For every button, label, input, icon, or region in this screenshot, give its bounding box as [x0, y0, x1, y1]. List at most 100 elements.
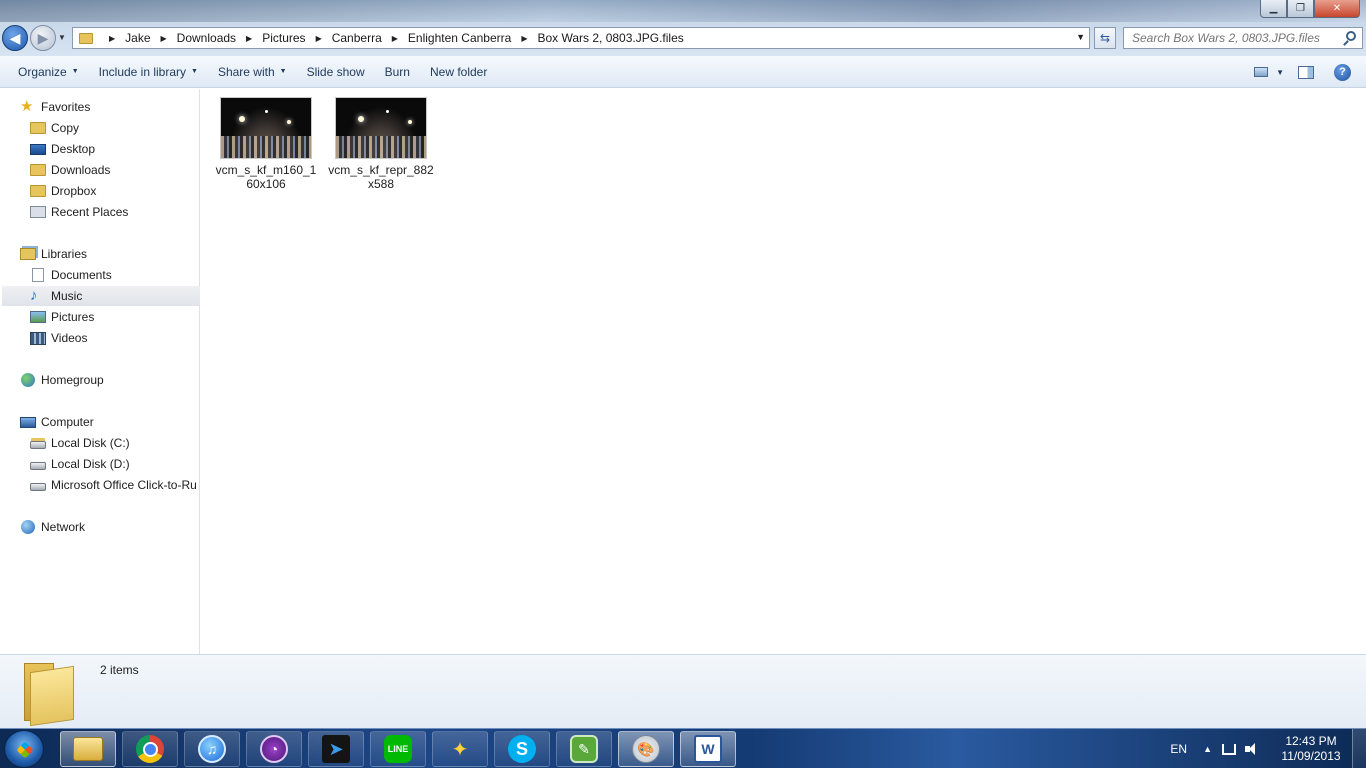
burn-button[interactable]: Burn [375, 56, 420, 88]
organize-label: Organize [18, 64, 67, 79]
nav-item-recent-places[interactable]: Recent Places [30, 202, 228, 222]
breadcrumb-item[interactable]: Box Wars 2, 0803.JPG.files [537, 31, 683, 45]
nav-label: Pictures [51, 310, 95, 324]
breadcrumb-item[interactable]: Jake [125, 31, 150, 45]
nav-label: Homegroup [41, 373, 104, 387]
refresh-button[interactable]: ⇆ [1094, 27, 1116, 49]
back-button[interactable]: ◀ [2, 25, 28, 51]
breadcrumb-item[interactable]: Enlighten Canberra [408, 31, 511, 45]
search-icon[interactable] [1346, 31, 1356, 41]
nav-item-copy[interactable]: Copy [30, 118, 228, 138]
taskbar-chrome[interactable] [122, 731, 178, 767]
show-desktop-button[interactable] [1352, 729, 1366, 768]
nav-label: Local Disk (C:) [51, 436, 130, 450]
breadcrumb-item[interactable]: Downloads [177, 31, 236, 45]
windows-logo-icon [16, 741, 34, 759]
forward-button[interactable]: ▶ [30, 25, 56, 51]
music-note-icon: ♪ [30, 287, 38, 304]
nav-item-videos[interactable]: Videos [30, 328, 228, 348]
nav-label: Microsoft Office Click-to-Ru [51, 478, 197, 492]
image-thumbnail [220, 97, 312, 159]
nav-label: Documents [51, 268, 112, 282]
address-bar[interactable]: ▶ Jake ▶ Downloads ▶ Pictures ▶ Canberra… [72, 27, 1090, 49]
chevron-right-icon[interactable]: ▶ [316, 34, 322, 43]
restore-button[interactable]: ❐ [1287, 0, 1314, 18]
change-view-icon[interactable] [1254, 67, 1269, 77]
nav-network[interactable]: Network [20, 517, 218, 537]
chevron-down-icon: ▼ [191, 68, 198, 75]
chevron-down-icon[interactable]: ▼ [1276, 68, 1284, 77]
nav-item-local-disk-d[interactable]: Local Disk (D:) [30, 454, 228, 474]
system-tray: EN ▲ 12:43 PM 11/09/2013 [1170, 729, 1366, 768]
hard-drive-icon [30, 441, 46, 449]
chevron-down-icon: ▼ [279, 68, 287, 75]
window-controls: ▁ ❐ ✕ [1260, 0, 1360, 18]
hard-drive-icon [30, 462, 46, 470]
file-item[interactable]: vcm_s_kf_repr_882x588 [326, 97, 436, 191]
show-hidden-icons-icon[interactable]: ▲ [1203, 744, 1212, 754]
slide-show-label: Slide show [306, 64, 365, 79]
videos-icon [30, 331, 46, 345]
network-status-icon[interactable] [1222, 743, 1236, 755]
organize-button[interactable]: Organize ▼ [0, 56, 89, 88]
language-indicator[interactable]: EN [1170, 742, 1187, 756]
taskbar-evernote[interactable]: ✎ [556, 731, 612, 767]
chevron-right-icon[interactable]: ▶ [392, 34, 398, 43]
start-button[interactable] [4, 730, 44, 768]
nav-computer[interactable]: Computer [20, 412, 218, 432]
taskbar-itunes[interactable]: ♫ [184, 731, 240, 767]
include-in-library-button[interactable]: Include in library ▼ [89, 56, 208, 88]
new-folder-button[interactable]: New folder [420, 56, 497, 88]
search-box[interactable] [1123, 27, 1363, 49]
slide-show-button[interactable]: Slide show [297, 56, 375, 88]
preview-pane-icon[interactable] [1298, 65, 1314, 79]
nav-item-dropbox[interactable]: Dropbox [30, 181, 228, 201]
pictures-icon [30, 311, 46, 323]
nav-label: Dropbox [51, 184, 97, 198]
taskbar-skype[interactable]: S [494, 731, 550, 767]
chevron-down-icon[interactable]: ▼ [1076, 32, 1085, 42]
taskbar-bittorrent[interactable]: ◔ [246, 731, 302, 767]
help-icon[interactable]: ? [1334, 63, 1351, 81]
chevron-right-icon[interactable]: ▶ [109, 34, 115, 43]
downloads-folder-icon [30, 164, 46, 176]
nav-item-local-disk-c[interactable]: Local Disk (C:) [30, 433, 228, 453]
taskbar-explorer[interactable] [60, 731, 116, 767]
nav-item-music[interactable]: ♪ Music [2, 286, 200, 306]
close-button[interactable]: ✕ [1314, 0, 1360, 18]
chevron-right-icon[interactable]: ▶ [246, 34, 252, 43]
computer-icon [20, 416, 36, 428]
breadcrumb-item[interactable]: Canberra [332, 31, 382, 45]
nav-item-office-click-to-run[interactable]: Microsoft Office Click-to-Ru [30, 475, 198, 495]
nav-favorites[interactable]: ★ Favorites [20, 97, 218, 117]
chevron-right-icon[interactable]: ▶ [521, 34, 527, 43]
dropbox-folder-icon [30, 185, 46, 197]
nav-item-desktop[interactable]: Desktop [30, 139, 228, 159]
taskbar-line[interactable]: LINE [370, 731, 426, 767]
nav-homegroup[interactable]: Homegroup [20, 370, 218, 390]
taskbar-arrow-app[interactable]: ➤ [308, 731, 364, 767]
new-folder-label: New folder [429, 64, 488, 79]
volume-icon[interactable] [1244, 742, 1260, 756]
network-icon [21, 520, 35, 534]
nav-label: Desktop [51, 142, 96, 156]
share-with-button[interactable]: Share with ▼ [208, 56, 297, 88]
recent-pages-dropdown[interactable]: ▼ [58, 33, 66, 42]
item-count: 2 items [100, 663, 139, 677]
minimize-button[interactable]: ▁ [1260, 0, 1287, 18]
search-input[interactable] [1124, 28, 1334, 48]
nav-label: Recent Places [51, 205, 129, 219]
taskbar-paint[interactable]: 🎨 [618, 731, 674, 767]
nav-libraries[interactable]: Libraries [20, 244, 218, 264]
paint-icon: 🎨 [632, 735, 660, 763]
breadcrumb-item[interactable]: Pictures [262, 31, 305, 45]
taskbar-satellite[interactable]: ✦ [432, 731, 488, 767]
file-item[interactable]: vcm_s_kf_m160_160x106 [211, 97, 321, 191]
folder-icon [22, 661, 78, 727]
taskbar-word[interactable]: W [680, 731, 736, 767]
chevron-right-icon[interactable]: ▶ [161, 34, 167, 43]
nav-item-documents[interactable]: Documents [30, 265, 228, 285]
nav-item-downloads[interactable]: Downloads [30, 160, 228, 180]
clock[interactable]: 12:43 PM 11/09/2013 [1270, 734, 1352, 764]
nav-item-pictures[interactable]: Pictures [30, 307, 228, 327]
